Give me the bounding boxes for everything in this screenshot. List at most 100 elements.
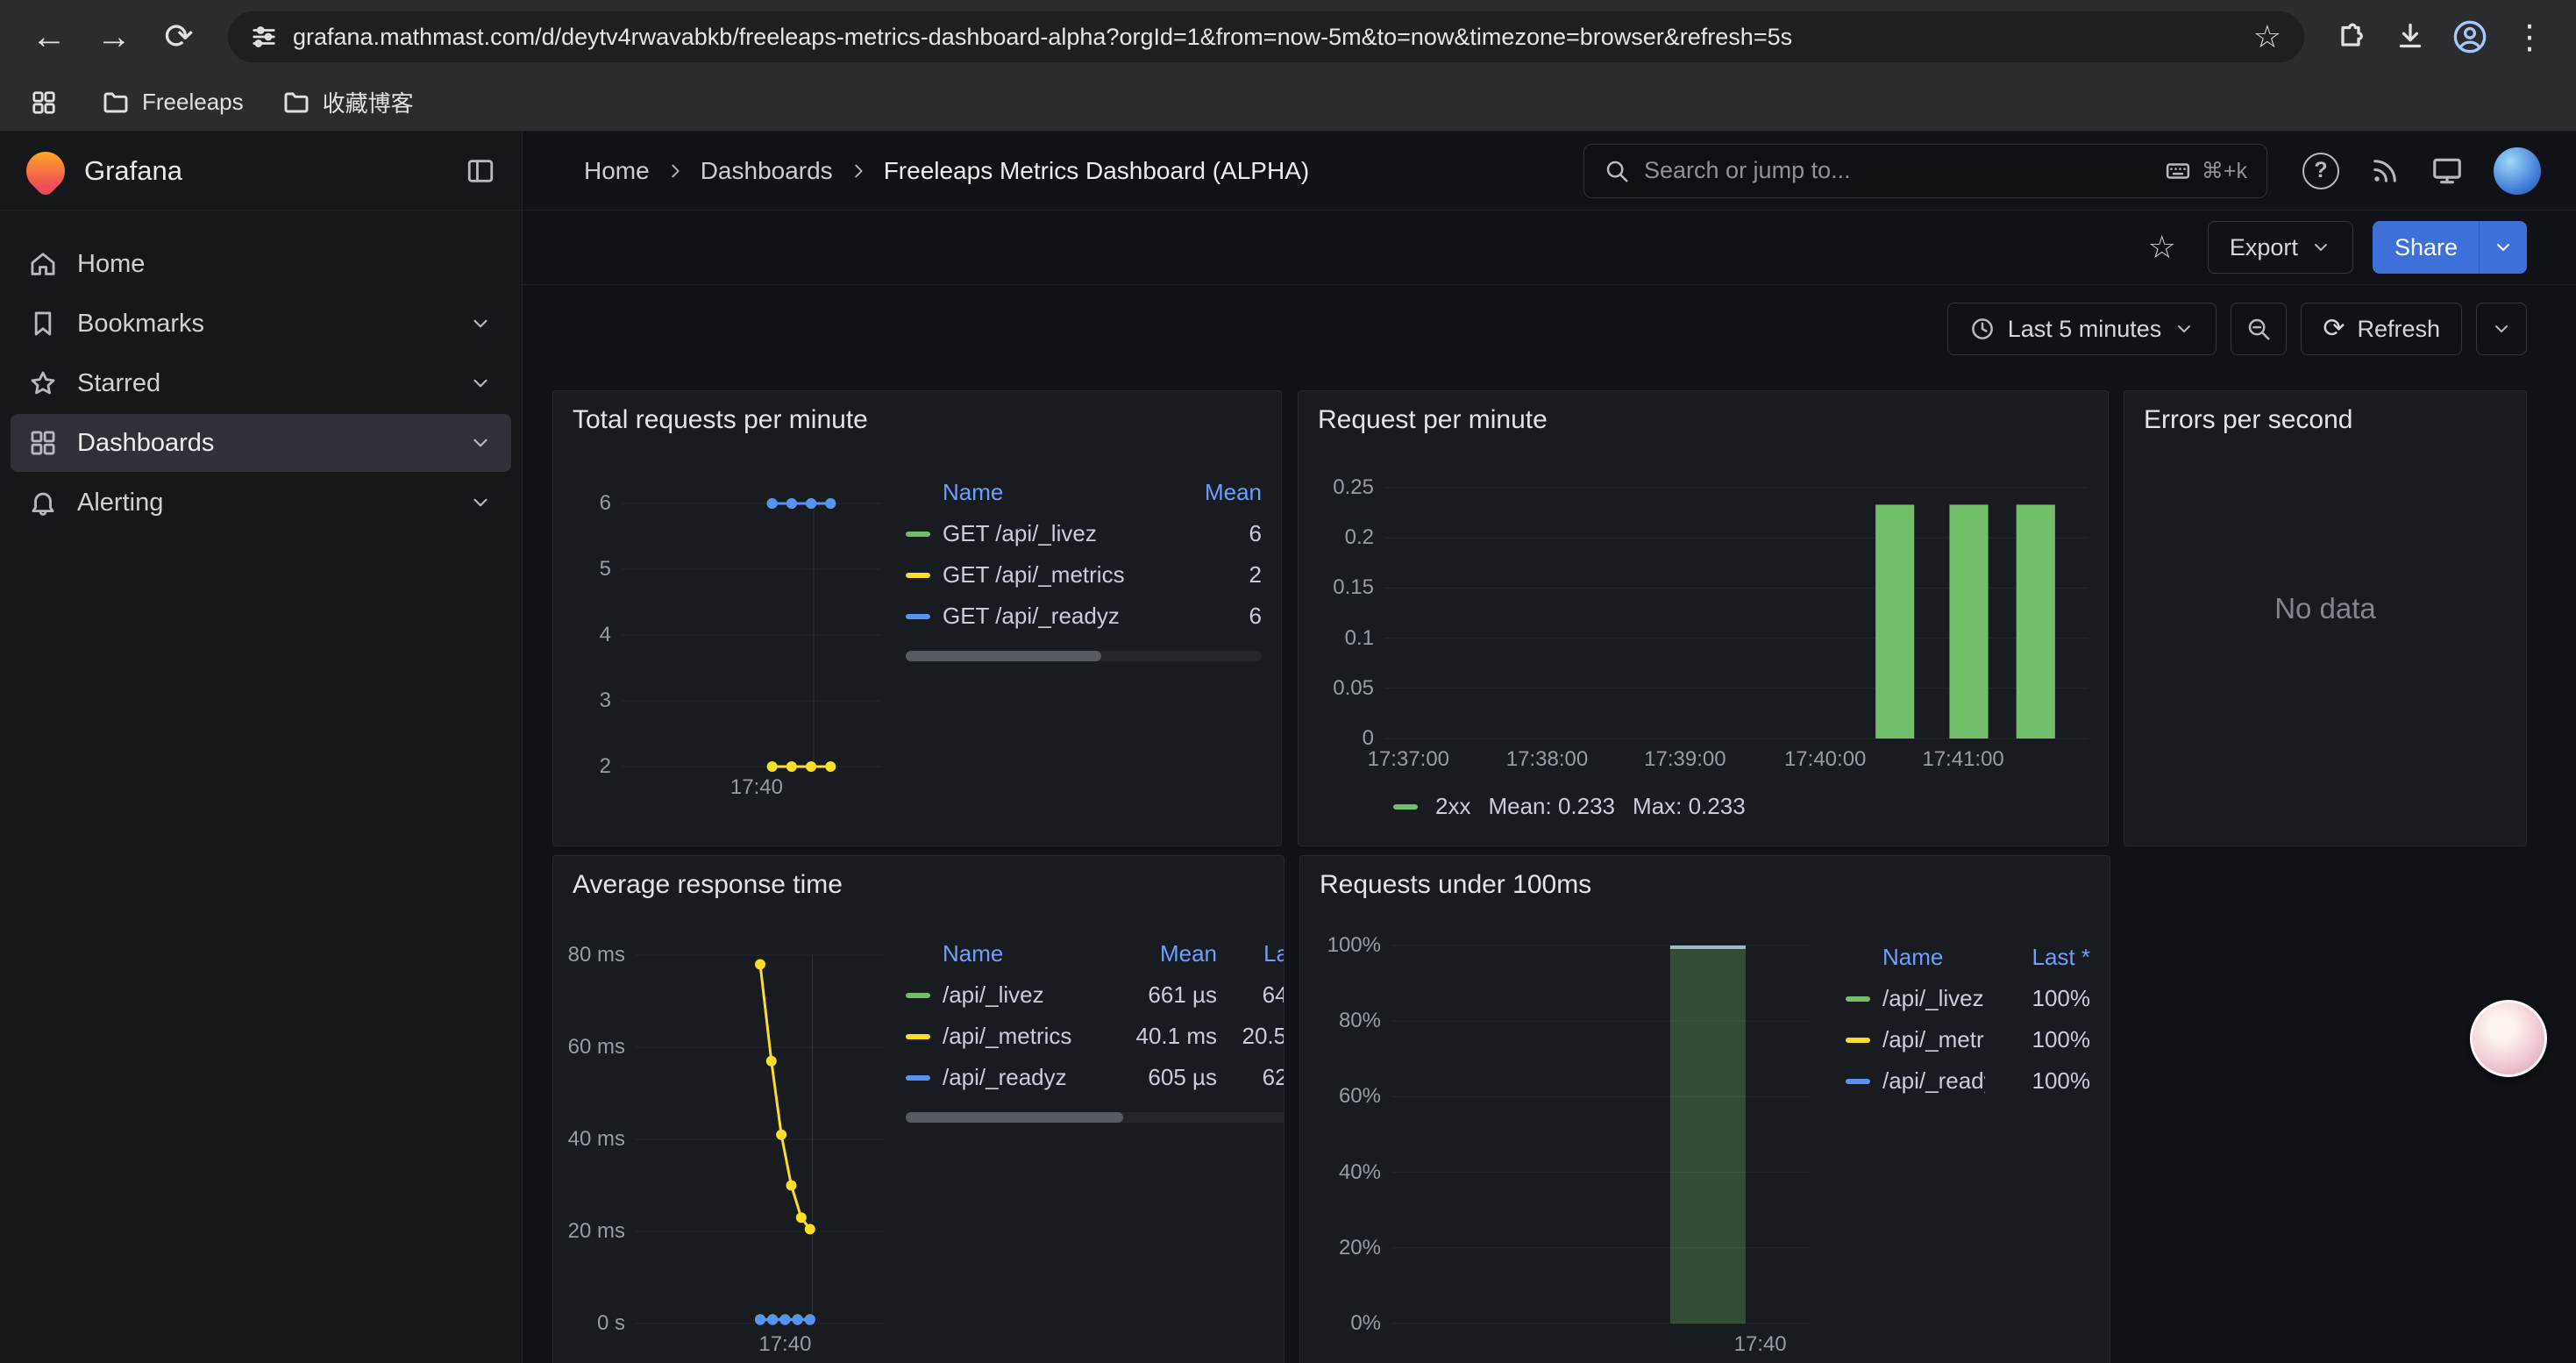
brand-name: Grafana xyxy=(84,155,182,187)
scrollbar-thumb[interactable] xyxy=(906,651,1101,661)
legend-header[interactable]: Name Mean Las xyxy=(906,933,1284,974)
bookmark-folder-freeleaps[interactable]: Freeleaps xyxy=(102,89,244,117)
dashboard-actions: ☆ Export Share xyxy=(523,211,2576,285)
profile-avatar-icon[interactable] xyxy=(2443,10,2497,64)
legend-scrollbar[interactable] xyxy=(906,651,1262,661)
series-marker xyxy=(1393,804,1418,810)
grafana-logo[interactable] xyxy=(18,143,73,197)
series-marker xyxy=(1846,1079,1870,1084)
zoom-out-button[interactable] xyxy=(2231,303,2287,355)
collapse-sidebar-icon[interactable] xyxy=(466,156,495,186)
legend-row[interactable]: GET /api/_readyz 6 xyxy=(906,596,1262,637)
x-axis: 17:40 xyxy=(636,1324,885,1359)
series-marker xyxy=(906,532,930,537)
y-axis: 65 43 2 xyxy=(573,503,611,767)
display-icon[interactable] xyxy=(2430,154,2464,188)
legend-row[interactable]: /api/_readyz 100% xyxy=(1846,1060,2090,1102)
search-placeholder: Search or jump to... xyxy=(1644,157,1851,184)
sidebar-item-dashboards[interactable]: Dashboards xyxy=(11,414,511,472)
series-marker xyxy=(906,614,930,619)
search-icon xyxy=(1604,158,1630,184)
downloads-icon[interactable] xyxy=(2383,10,2437,64)
browser-menu-icon[interactable]: ⋮ xyxy=(2502,10,2557,64)
no-data-message: No data xyxy=(2124,442,2526,775)
bar-chart: 0.250.2 0.150.1 0.050 17:37:00 17:38:00 … xyxy=(1318,488,2089,777)
x-axis: 17:40 xyxy=(622,767,881,802)
breadcrumb-dashboards[interactable]: Dashboards xyxy=(701,157,833,185)
favorite-star-icon[interactable]: ☆ xyxy=(2148,229,2176,266)
reload-icon[interactable]: ⟳ xyxy=(149,7,209,67)
back-icon[interactable]: ← xyxy=(19,7,79,67)
panel-average-response-time[interactable]: Average response time 80 ms60 ms 40 ms20… xyxy=(552,855,1284,1363)
plot-area[interactable] xyxy=(1391,946,1811,1324)
chevron-right-icon xyxy=(665,161,685,181)
refresh-button[interactable]: ⟳ Refresh xyxy=(2301,303,2462,355)
dashboards-grid-icon xyxy=(28,428,58,458)
series-marker xyxy=(906,573,930,578)
legend-header[interactable]: Name Mean xyxy=(906,472,1262,513)
browser-toolbar: ← → ⟳ grafana.mathmast.com/d/deytv4rwava… xyxy=(0,0,2576,74)
dashboard-canvas: Total requests per minute 65 43 2 17:40 xyxy=(523,390,2576,1363)
site-settings-icon[interactable] xyxy=(251,24,277,50)
sidebar-item-bookmarks[interactable]: Bookmarks xyxy=(11,295,511,353)
legend-row[interactable]: GET /api/_metrics 2 xyxy=(906,554,1262,596)
plot-area[interactable] xyxy=(622,503,881,767)
refresh-interval-dropdown[interactable] xyxy=(2476,303,2527,355)
forward-icon[interactable]: → xyxy=(84,7,144,67)
chevron-down-icon[interactable] xyxy=(469,312,492,335)
panel-title: Average response time xyxy=(553,856,1284,907)
sidebar-item-alerting[interactable]: Alerting xyxy=(11,474,511,532)
extensions-icon[interactable] xyxy=(2323,10,2378,64)
sidebar-item-home[interactable]: Home xyxy=(11,235,511,293)
time-range-picker[interactable]: Last 5 minutes xyxy=(1947,303,2217,355)
legend-row[interactable]: /api/_livez 100% xyxy=(1846,978,2090,1019)
zoom-out-icon xyxy=(2245,316,2272,342)
legend-row[interactable]: GET /api/_livez 6 xyxy=(906,513,1262,554)
news-rss-icon[interactable] xyxy=(2369,155,2401,187)
bookmark-star-icon[interactable]: ☆ xyxy=(2253,18,2281,55)
assistant-avatar[interactable] xyxy=(2470,1000,2547,1077)
chevron-right-icon xyxy=(849,161,868,181)
folder-icon xyxy=(282,89,310,117)
legend-row[interactable]: /api/_metrics 40.1 ms 20.5 r xyxy=(906,1016,1284,1057)
chevron-down-icon[interactable] xyxy=(469,372,492,395)
chevron-down-icon[interactable] xyxy=(469,432,492,454)
help-icon[interactable]: ? xyxy=(2302,153,2339,189)
user-avatar[interactable] xyxy=(2494,147,2541,195)
panel-request-per-minute[interactable]: Request per minute 0.250.2 0.150.1 0.050… xyxy=(1298,390,2109,846)
timeseries-chart: 65 43 2 17:40 xyxy=(573,503,881,802)
chevron-down-icon[interactable] xyxy=(469,491,492,514)
bookmark-folder-blogs[interactable]: 收藏博客 xyxy=(282,86,414,118)
series-marker xyxy=(906,993,930,998)
sidebar-header: Grafana xyxy=(0,132,522,211)
legend-row[interactable]: /api/_readyz 605 µs 620 xyxy=(906,1057,1284,1098)
panel-total-requests-per-minute[interactable]: Total requests per minute 65 43 2 17:40 xyxy=(552,390,1282,846)
panel-requests-under-100ms[interactable]: Requests under 100ms 100%80% 60%40% 20%0… xyxy=(1299,855,2110,1363)
search-input[interactable]: Search or jump to... ⌘+k xyxy=(1583,144,2267,198)
panel-title: Request per minute xyxy=(1299,391,2108,442)
time-controls: Last 5 minutes ⟳ Refresh xyxy=(523,285,2576,373)
share-dropdown-button[interactable] xyxy=(2480,221,2527,274)
breadcrumb-home[interactable]: Home xyxy=(584,157,650,185)
folder-icon xyxy=(102,89,130,117)
scrollbar-thumb[interactable] xyxy=(906,1112,1123,1123)
bell-icon xyxy=(28,488,58,517)
legend-row[interactable]: 2xx Mean: 0.233 Max: 0.233 xyxy=(1393,793,2108,820)
export-button[interactable]: Export xyxy=(2208,221,2353,274)
series-marker xyxy=(906,1034,930,1039)
clock-icon xyxy=(1969,316,1996,342)
x-axis: 17:37:00 17:38:00 17:39:00 17:40:00 17:4… xyxy=(1384,739,2089,777)
legend-row[interactable]: /api/_livez 661 µs 646 xyxy=(906,974,1284,1016)
legend-header[interactable]: Name Last * xyxy=(1846,937,2090,978)
chevron-down-icon xyxy=(2491,318,2512,339)
url-bar[interactable]: grafana.mathmast.com/d/deytv4rwavabkb/fr… xyxy=(228,11,2304,62)
legend-scrollbar[interactable] xyxy=(906,1112,1284,1123)
panel-errors-per-second[interactable]: Errors per second No data xyxy=(2124,390,2527,846)
sidebar-item-starred[interactable]: Starred xyxy=(11,354,511,412)
plot-area[interactable] xyxy=(1384,488,2089,739)
grafana-main: Home Dashboards Freeleaps Metrics Dashbo… xyxy=(523,132,2576,1363)
share-button[interactable]: Share xyxy=(2373,221,2480,274)
legend-row[interactable]: /api/_metrics 100% xyxy=(1846,1019,2090,1060)
plot-area[interactable] xyxy=(636,955,885,1324)
tab-grid-icon[interactable] xyxy=(25,83,63,122)
